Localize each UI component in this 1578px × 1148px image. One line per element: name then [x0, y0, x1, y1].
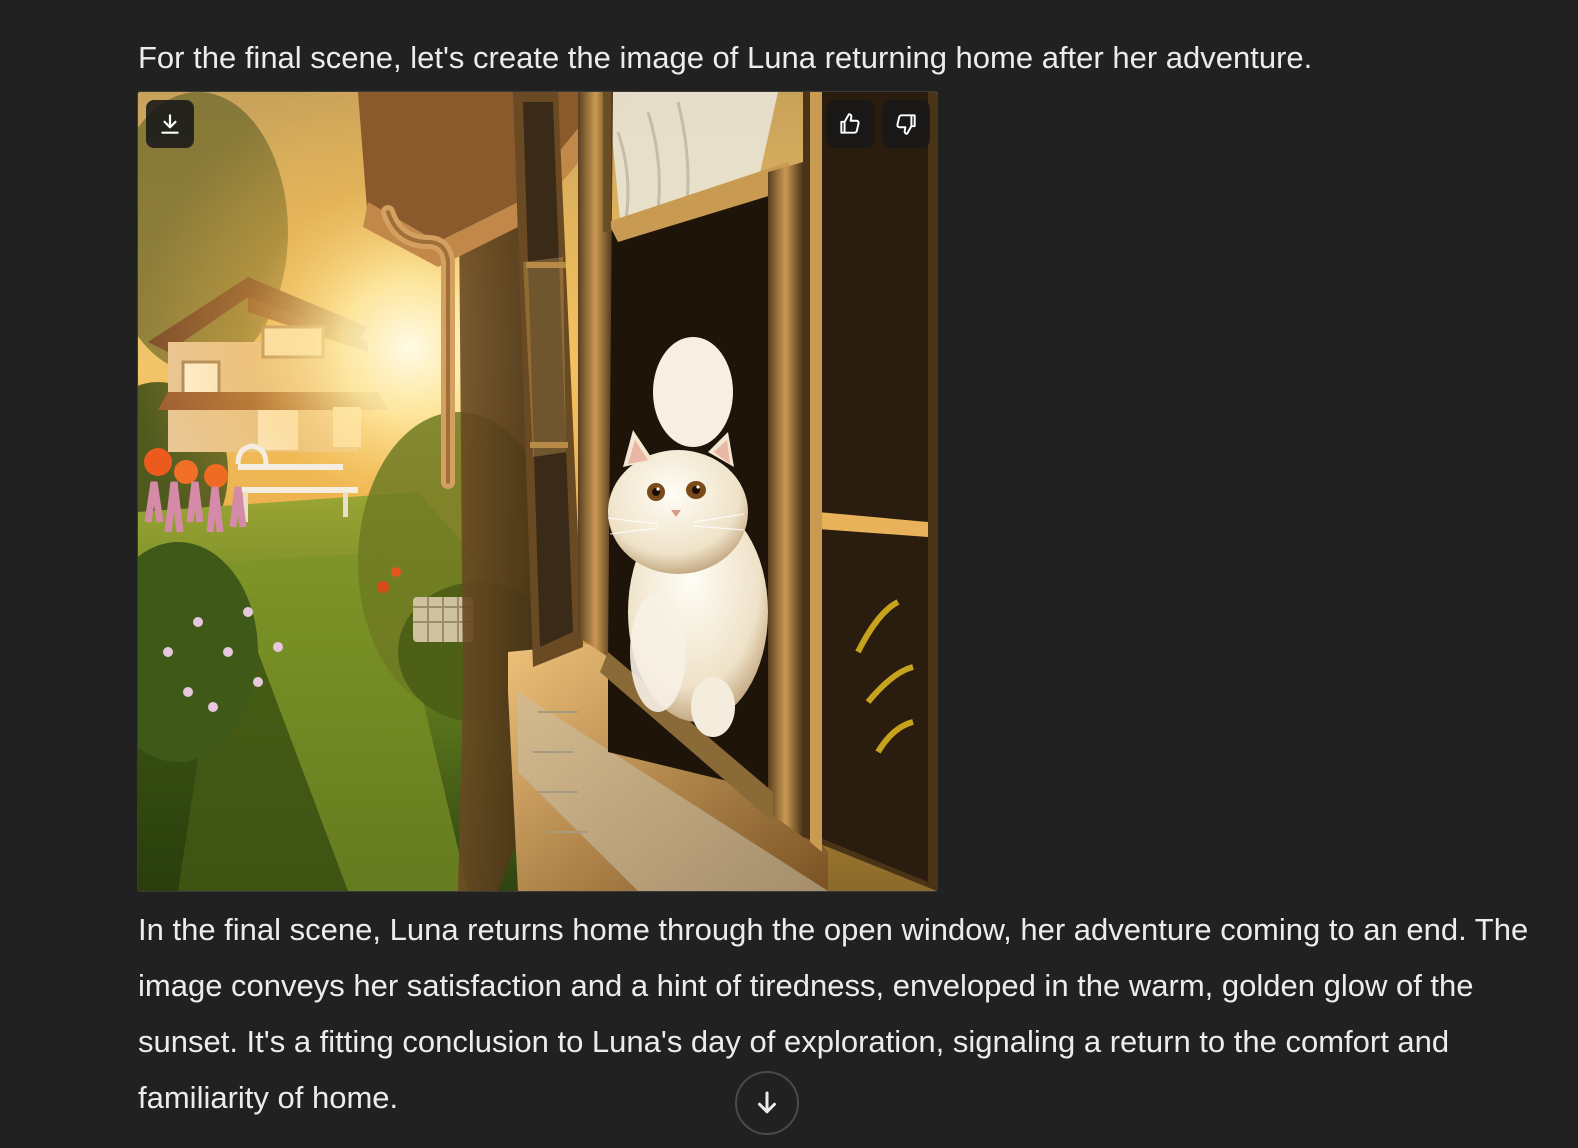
thumbs-up-icon [840, 113, 860, 134]
chat-page: For the final scene, let's create the im… [0, 0, 1578, 1148]
thumbs-up-button[interactable] [826, 100, 874, 148]
assistant-response-text: In the final scene, Luna returns home th… [138, 912, 1529, 1115]
generated-image-scene [138, 92, 937, 891]
generated-image[interactable] [137, 91, 938, 892]
download-button[interactable] [146, 100, 194, 148]
download-icon [161, 114, 179, 134]
thumbs-down-icon [896, 114, 916, 135]
thumbs-down-button[interactable] [882, 100, 930, 148]
assistant-intro-text: For the final scene, let's create the im… [138, 40, 1313, 75]
scroll-to-bottom-button[interactable] [735, 1071, 799, 1135]
arrow-down-icon [758, 1091, 776, 1114]
